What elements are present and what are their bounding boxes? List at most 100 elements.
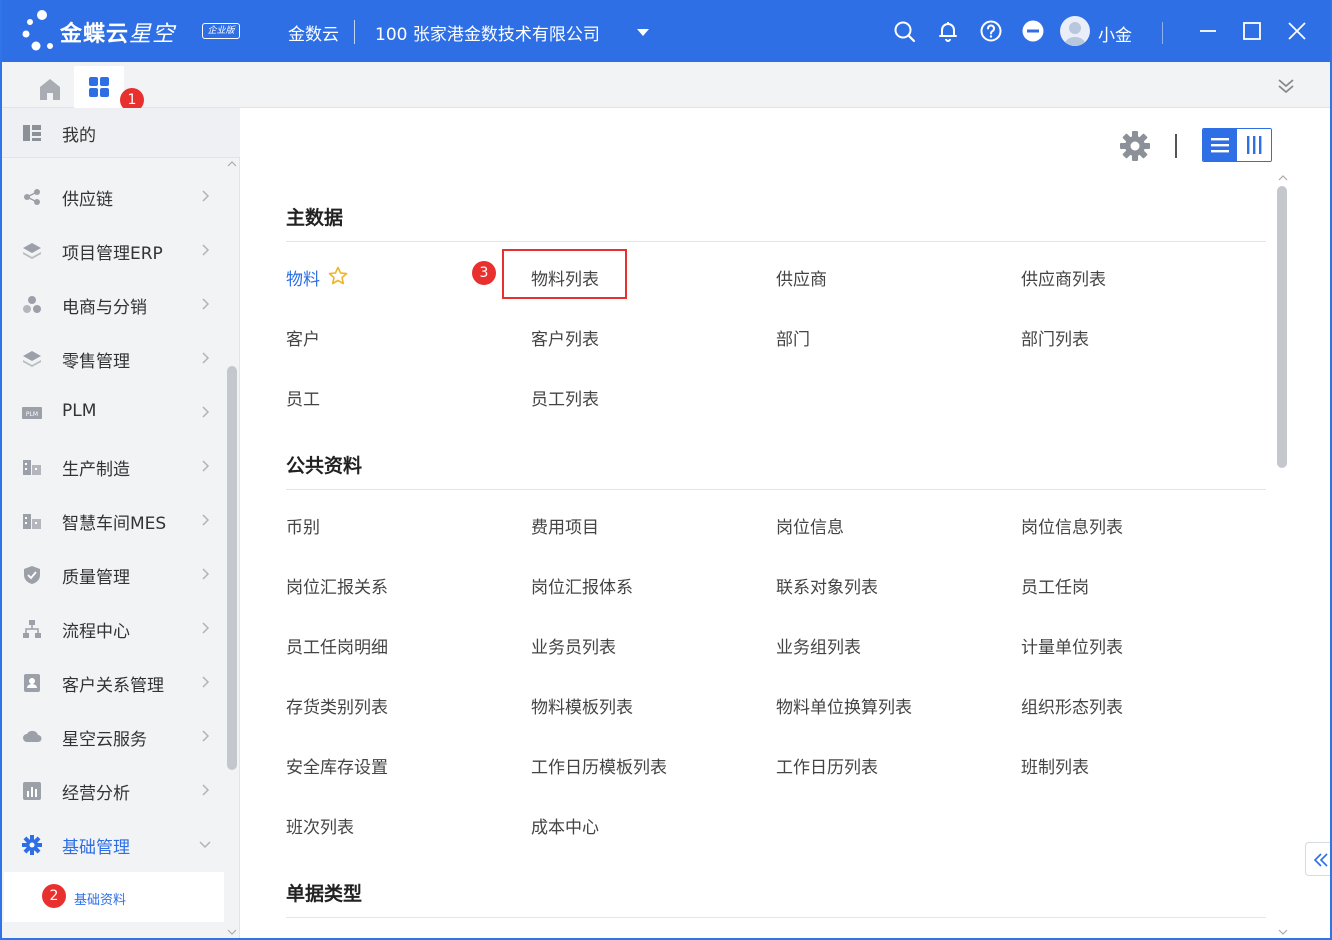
menu-link[interactable]: 组织形态列表 xyxy=(1021,693,1123,718)
menu-link[interactable]: 物料模板列表 xyxy=(531,693,633,718)
chevron-right-icon xyxy=(202,514,210,526)
scroll-down-icon[interactable] xyxy=(1278,928,1288,936)
columns-icon xyxy=(1247,136,1262,154)
sidebar-item[interactable]: PLM PLM xyxy=(2,386,224,440)
menu-link[interactable]: 员工 xyxy=(286,385,320,410)
user-name[interactable]: 小金 xyxy=(1098,21,1132,46)
menu-link[interactable]: 客户列表 xyxy=(531,325,599,350)
column-view-button[interactable] xyxy=(1237,129,1271,161)
sidebar-item-label: 质量管理 xyxy=(62,568,130,588)
menu-link[interactable]: 班次列表 xyxy=(286,813,354,838)
menu-link[interactable]: 岗位信息列表 xyxy=(1021,513,1123,538)
chevron-down-icon xyxy=(199,841,211,849)
menu-link[interactable]: 供应商 xyxy=(776,265,827,290)
sidebar-item-label: 经营分析 xyxy=(62,784,130,804)
sidebar-item[interactable]: 供应链 xyxy=(2,170,224,224)
sidebar-item-label: 基础管理 xyxy=(62,838,130,858)
step-badge-2: 2 xyxy=(42,884,66,908)
app-window: 金蝶云星空 企业版 金数云 100 张家港金数技术有限公司 小金 1 我的 供应… xyxy=(0,0,1332,940)
menu-link[interactable]: 岗位汇报关系 xyxy=(286,573,388,598)
search-icon[interactable] xyxy=(892,19,916,43)
sidebar-item[interactable]: 经营分析 xyxy=(2,764,224,818)
edition-badge: 企业版 xyxy=(202,23,240,39)
menu-link[interactable]: 岗位信息 xyxy=(776,513,844,538)
sidebar-item[interactable]: 基础管理 xyxy=(2,818,224,872)
help-icon[interactable] xyxy=(979,19,1003,43)
menu-link[interactable]: 岗位汇报体系 xyxy=(531,573,633,598)
sidebar-mine-label: 我的 xyxy=(62,126,96,146)
menu-link[interactable]: 员工列表 xyxy=(531,385,599,410)
gear-icon xyxy=(22,835,42,855)
menu-link[interactable]: 员工任岗 xyxy=(1021,573,1089,598)
minimize-icon[interactable] xyxy=(1196,19,1220,43)
maximize-icon[interactable] xyxy=(1240,19,1264,43)
sidebar-scroll-thumb[interactable] xyxy=(227,366,237,770)
menu-link[interactable]: 币别 xyxy=(286,513,320,538)
sidebar-item[interactable]: 零售管理 xyxy=(2,332,224,386)
cloud-icon xyxy=(23,730,42,742)
chevron-right-icon xyxy=(202,676,210,688)
main-panel: 主数据 物料 物料列表 供应商 供应商列表 客户 客户列表 部门 部门列表 员工 员工列表 公共资料币… xyxy=(241,108,1330,938)
menu-link[interactable]: 班制列表 xyxy=(1021,753,1089,778)
sidebar-item-label: 项目管理ERP xyxy=(62,244,163,264)
menu-link[interactable]: 部门列表 xyxy=(1021,325,1089,350)
tenant-name[interactable]: 金数云 xyxy=(288,20,339,45)
list-view-button[interactable] xyxy=(1203,129,1237,161)
sidebar-subitem-basic-data[interactable]: 2 基础资料 xyxy=(4,872,224,922)
dashboard-icon xyxy=(23,125,41,141)
menu-link[interactable]: 联系对象列表 xyxy=(776,573,878,598)
caret-down-icon[interactable] xyxy=(637,29,649,36)
scroll-up-icon[interactable] xyxy=(227,160,237,168)
menu-link[interactable]: 客户 xyxy=(286,325,320,350)
sidebar-item-mine[interactable]: 我的 xyxy=(2,108,240,158)
menu-link[interactable]: 员工任岗明细 xyxy=(286,633,388,658)
menu-link[interactable]: 计量单位列表 xyxy=(1021,633,1123,658)
star-icon[interactable] xyxy=(328,266,348,286)
menu-link[interactable]: 安全库存设置 xyxy=(286,753,388,778)
brand-logo[interactable]: 金蝶云星空 企业版 xyxy=(20,8,250,54)
scroll-up-icon[interactable] xyxy=(1278,174,1288,182)
sidebar-item[interactable]: 星空云服务 xyxy=(2,710,224,764)
sidebar-item[interactable]: 客户关系管理 xyxy=(2,656,224,710)
settings-gear-icon[interactable] xyxy=(1119,130,1151,162)
factory-icon xyxy=(23,514,41,529)
avatar[interactable] xyxy=(1060,16,1090,46)
sidebar-item[interactable]: 项目管理ERP xyxy=(2,224,224,278)
brand-name: 金蝶云星空 xyxy=(60,22,176,47)
sidebar-item[interactable]: 生产制造 xyxy=(2,440,224,494)
menu-link[interactable]: 业务员列表 xyxy=(531,633,616,658)
menu-link[interactable]: 部门 xyxy=(776,325,810,350)
chevron-right-icon xyxy=(202,460,210,472)
double-chevron-down-icon[interactable] xyxy=(1274,74,1298,98)
sidebar-item[interactable]: 流程中心 xyxy=(2,602,224,656)
section-divider xyxy=(286,241,1266,242)
sidebar-item[interactable]: 电商与分销 xyxy=(2,278,224,332)
step-badge-3: 3 xyxy=(472,261,496,285)
chart-icon xyxy=(23,782,41,800)
menu-link[interactable]: 工作日历模板列表 xyxy=(531,753,667,778)
svg-text:PLM: PLM xyxy=(26,411,38,418)
menu-link[interactable]: 业务组列表 xyxy=(776,633,861,658)
tab-apps[interactable] xyxy=(74,66,124,108)
collapse-panel-button[interactable] xyxy=(1305,842,1330,876)
scroll-down-icon[interactable] xyxy=(227,928,237,936)
menu-link[interactable]: 物料 xyxy=(286,265,320,290)
sidebar-item[interactable]: 质量管理 xyxy=(2,548,224,602)
menu-link[interactable]: 供应商列表 xyxy=(1021,265,1106,290)
home-icon[interactable] xyxy=(28,76,72,108)
menu-link[interactable]: 费用项目 xyxy=(531,513,599,538)
double-chevron-left-icon xyxy=(1313,853,1328,867)
menu-link[interactable]: 成本中心 xyxy=(531,813,599,838)
company-selector[interactable]: 100 张家港金数技术有限公司 xyxy=(375,20,600,45)
menu-link[interactable]: 工作日历列表 xyxy=(776,753,878,778)
sidebar-item[interactable]: 智慧车间MES xyxy=(2,494,224,548)
more-icon[interactable] xyxy=(1021,19,1045,43)
sidebar-item-label: 智慧车间MES xyxy=(62,514,167,534)
section-divider xyxy=(286,489,1266,490)
menu-link[interactable]: 物料单位换算列表 xyxy=(776,693,912,718)
main-scroll-thumb[interactable] xyxy=(1277,186,1287,468)
layers-icon xyxy=(23,351,41,367)
bell-icon[interactable] xyxy=(936,19,960,43)
menu-link[interactable]: 存货类别列表 xyxy=(286,693,388,718)
close-icon[interactable] xyxy=(1285,19,1309,43)
